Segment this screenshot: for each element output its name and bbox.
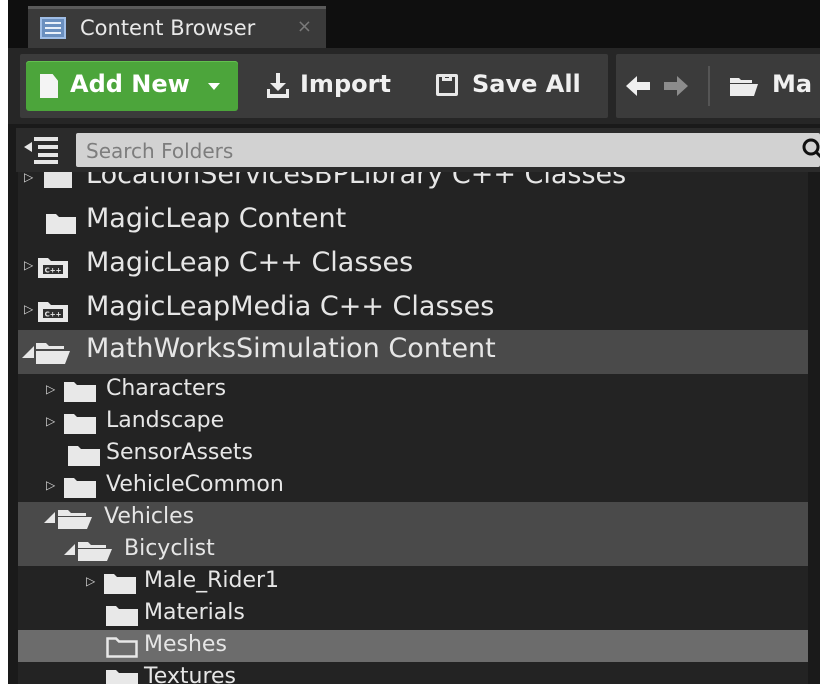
tree-view-options-icon[interactable] xyxy=(24,136,58,164)
folder-open-icon[interactable] xyxy=(730,76,758,96)
back-arrow-icon[interactable] xyxy=(626,76,652,96)
tree-item-label: Male_Rider1 xyxy=(144,568,280,593)
collapse-arrow-icon[interactable] xyxy=(44,512,55,523)
toolbar-divider xyxy=(708,66,710,106)
tree-item[interactable]: Materials xyxy=(18,598,808,630)
path-breadcrumb-label: Ma xyxy=(772,70,813,98)
tree-item[interactable]: ▷ C++ MagicLeapMedia C++ Classes xyxy=(18,288,808,332)
folder-icon xyxy=(106,670,138,684)
content-browser-icon xyxy=(40,17,66,39)
import-button[interactable]: Import xyxy=(266,61,396,111)
cpp-folder-icon: C++ xyxy=(38,302,68,322)
content-browser-panel: Content Browser × Add New Import Save Al… xyxy=(8,0,820,684)
tree-item-label: LocationServicesBPLibrary C++ Classes xyxy=(86,172,627,190)
tree-item[interactable]: SensorAssets xyxy=(18,438,808,470)
tree-item-label: Textures xyxy=(144,664,236,684)
search-row xyxy=(16,128,820,172)
add-new-label: Add New xyxy=(70,70,190,98)
folder-outline-icon xyxy=(106,637,138,658)
forward-arrow-icon[interactable] xyxy=(664,76,690,96)
collapse-arrow-icon[interactable] xyxy=(22,346,34,358)
tab-strip: Content Browser × xyxy=(8,0,820,48)
tree-item-label: Bicyclist xyxy=(124,536,215,561)
tree-item-label: Materials xyxy=(144,600,245,625)
tab-title: Content Browser xyxy=(80,16,256,40)
cpp-folder-icon: C++ xyxy=(38,258,68,278)
cpp-badge: C++ xyxy=(45,311,62,319)
tree-item-label: Meshes xyxy=(144,632,227,657)
expand-arrow-icon[interactable]: ▷ xyxy=(46,414,55,428)
new-document-icon xyxy=(40,74,58,98)
expand-arrow-icon[interactable]: ▷ xyxy=(86,574,95,588)
folder-icon xyxy=(64,414,96,434)
expand-arrow-icon[interactable]: ▷ xyxy=(24,302,33,316)
cpp-folder-icon xyxy=(44,172,72,188)
expand-arrow-icon[interactable]: ▷ xyxy=(24,258,33,272)
search-folders-box xyxy=(76,133,820,167)
tree-item[interactable]: ▷ Characters xyxy=(18,374,808,406)
folder-icon xyxy=(46,214,76,234)
folder-icon xyxy=(106,606,138,626)
tree-item-label: MagicLeap Content xyxy=(86,203,347,234)
tree-item-label: MagicLeap C++ Classes xyxy=(86,247,414,278)
tree-item[interactable]: ▷ C++ MagicLeap C++ Classes xyxy=(18,244,808,288)
tree-item[interactable]: ▷ Male_Rider1 xyxy=(18,566,808,598)
import-label: Import xyxy=(300,70,391,98)
tree-item-label: SensorAssets xyxy=(106,440,254,465)
folder-open-icon xyxy=(78,542,112,561)
save-all-button[interactable]: Save All xyxy=(436,61,596,111)
import-icon xyxy=(267,73,289,98)
tree-item[interactable]: ▷ LocationServicesBPLibrary C++ Classes xyxy=(18,172,808,200)
collapse-arrow-icon[interactable] xyxy=(64,544,75,555)
add-new-button[interactable]: Add New xyxy=(26,61,238,111)
search-folders-input[interactable] xyxy=(84,136,788,166)
toolbar: Add New Import Save All Ma xyxy=(8,48,820,124)
tree-item-label: VehicleCommon xyxy=(106,472,284,497)
folder-open-icon xyxy=(36,343,70,364)
folder-tree: ▷ LocationServicesBPLibrary C++ Classes … xyxy=(18,172,808,684)
tree-item-expanded[interactable]: Vehicles xyxy=(18,502,808,534)
search-icon[interactable] xyxy=(802,138,820,160)
tree-item-label: Characters xyxy=(106,376,227,401)
toolbar-actions-group: Add New Import Save All xyxy=(20,54,608,118)
navigation-group: Ma xyxy=(616,54,820,118)
save-icon xyxy=(436,74,458,96)
tree-item[interactable]: Textures xyxy=(18,662,808,684)
expand-arrow-icon[interactable]: ▷ xyxy=(46,478,55,492)
tree-item[interactable]: MagicLeap Content xyxy=(18,200,808,244)
tree-item[interactable]: ▷ VehicleCommon xyxy=(18,470,808,502)
expand-arrow-icon[interactable]: ▷ xyxy=(24,172,33,184)
tree-item-label: MagicLeapMedia C++ Classes xyxy=(86,291,495,322)
tab-content-browser[interactable]: Content Browser × xyxy=(28,6,326,48)
expand-arrow-icon[interactable]: ▷ xyxy=(46,382,55,396)
folder-icon xyxy=(104,574,136,594)
folder-icon xyxy=(68,446,100,466)
cpp-badge: C++ xyxy=(45,267,62,275)
folder-open-icon xyxy=(58,510,92,529)
tree-item-expanded[interactable]: Bicyclist xyxy=(18,534,808,566)
tree-item-expanded[interactable]: MathWorksSimulation Content xyxy=(18,330,808,374)
tree-item[interactable]: ▷ Landscape xyxy=(18,406,808,438)
tree-item-label: MathWorksSimulation Content xyxy=(86,333,496,364)
tree-item-selected[interactable]: Meshes xyxy=(18,630,808,662)
tree-item-label: Vehicles xyxy=(104,504,195,529)
close-icon[interactable]: × xyxy=(297,16,312,37)
save-all-label: Save All xyxy=(472,70,581,98)
folder-icon xyxy=(64,382,96,402)
chevron-down-icon xyxy=(208,83,220,90)
tree-item-label: Landscape xyxy=(106,408,225,433)
folder-icon xyxy=(64,478,96,498)
